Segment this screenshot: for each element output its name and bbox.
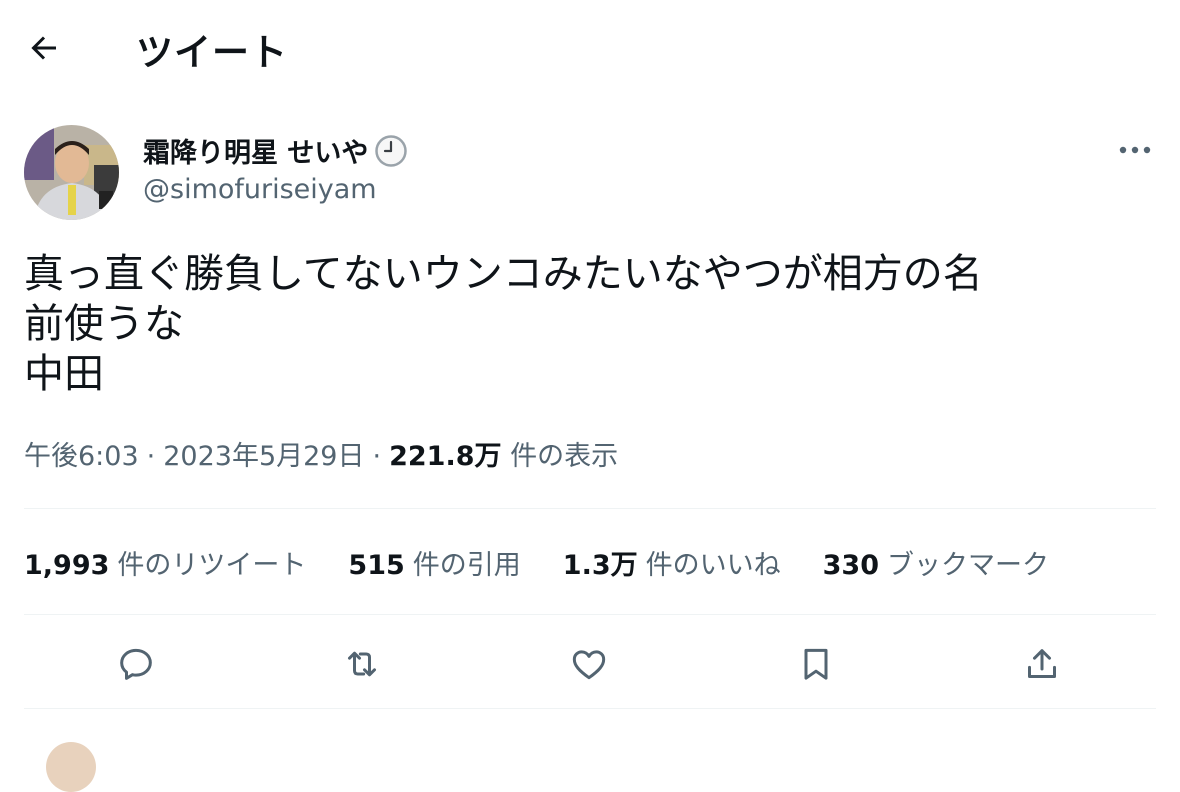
tweet-date[interactable]: 2023年5月29日	[163, 441, 364, 472]
display-name[interactable]: 霜降り明星 せいや	[143, 131, 408, 170]
stat-label: 件の引用	[412, 550, 521, 581]
reply-icon	[120, 648, 152, 680]
tweet-meta: 午後6:03 · 2023年5月29日 · 221.8万 件の表示	[24, 434, 618, 473]
user-handle[interactable]: @simofuriseiyam	[143, 174, 377, 205]
stat-count: 515	[348, 550, 405, 581]
action-bar	[24, 636, 1156, 692]
divider	[24, 508, 1156, 509]
retweet-button[interactable]	[334, 636, 390, 692]
tweet-text: 真っ直ぐ勝負してないウンコみたいなやつが相方の名 前使うな 中田	[24, 251, 983, 397]
quotes-stat[interactable]: 515 件の引用	[348, 543, 520, 582]
display-name-text: 霜降り明星 せいや	[143, 138, 369, 169]
meta-separator: ·	[372, 441, 382, 472]
views-label: 件の表示	[510, 441, 619, 472]
clock-icon	[374, 134, 408, 168]
tweet-stats: 1,993 件のリツイート 515 件の引用 1.3万 件のいいね 330 ブックマーク	[24, 543, 1091, 582]
back-button[interactable]	[22, 26, 66, 70]
stat-label: 件のいいね	[645, 550, 781, 581]
share-icon	[1028, 649, 1056, 678]
avatar[interactable]	[24, 125, 119, 220]
avatar-image	[24, 125, 119, 220]
page-title: ツイート	[136, 31, 288, 74]
more-button[interactable]	[1112, 130, 1158, 170]
tweet-time[interactable]: 午後6:03	[24, 441, 139, 472]
bookmarks-stat[interactable]: 330 ブックマーク	[823, 543, 1049, 582]
reply-button[interactable]	[108, 636, 164, 692]
divider	[24, 614, 1156, 615]
views-count[interactable]: 221.8万	[389, 441, 501, 472]
more-horizontal-icon	[1119, 146, 1151, 154]
like-button[interactable]	[561, 636, 617, 692]
retweets-stat[interactable]: 1,993 件のリツイート	[24, 543, 306, 582]
retweet-icon	[348, 651, 376, 677]
stat-count: 330	[822, 550, 879, 581]
heart-icon	[572, 650, 606, 680]
header-bar: ツイート	[0, 0, 1180, 95]
divider	[24, 708, 1156, 709]
arrow-left-icon	[31, 36, 56, 60]
bookmark-button[interactable]	[788, 636, 844, 692]
bookmark-icon	[804, 648, 828, 680]
stat-count: 1,993	[24, 550, 110, 581]
share-button[interactable]	[1014, 636, 1070, 692]
meta-separator: ·	[146, 441, 156, 472]
stat-label: 件のリツイート	[117, 550, 307, 581]
stat-count: 1.3万	[562, 550, 638, 581]
stat-label: ブックマーク	[887, 550, 1049, 581]
likes-stat[interactable]: 1.3万 件のいいね	[563, 543, 781, 582]
